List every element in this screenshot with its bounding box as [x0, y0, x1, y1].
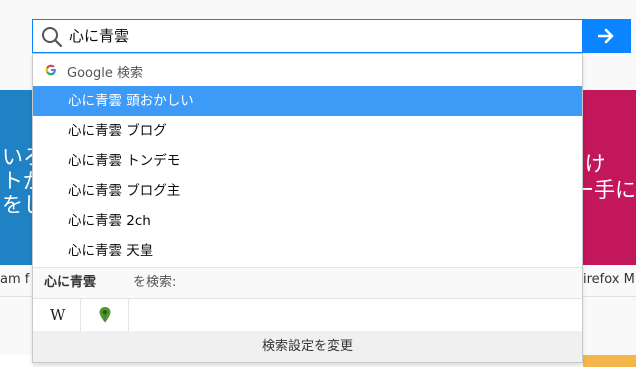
suggestion-completion: 2ch — [122, 213, 151, 229]
suggestion-item[interactable]: 心に青雲 ブログ — [33, 116, 582, 146]
map-pin-icon — [99, 307, 111, 323]
search-icon — [42, 27, 63, 48]
divider — [582, 296, 636, 297]
card-edge — [0, 355, 33, 367]
engine-label: Google 検索 — [67, 66, 143, 81]
suggestion-item[interactable]: 心に青雲 トンデモ — [33, 146, 582, 176]
search-with-header: 心に青雲 を検索: — [33, 267, 582, 298]
search-settings-button[interactable]: 検索設定を変更 — [33, 331, 582, 362]
suggestion-item[interactable]: 心に青雲 2ch — [33, 206, 582, 236]
wikipedia-icon: W — [50, 306, 66, 324]
suggestion-completion: ブログ主 — [122, 183, 181, 199]
wikipedia-engine-button[interactable]: W — [33, 299, 81, 331]
suggestion-item[interactable]: 心に青雲 頭おかしい — [33, 86, 582, 116]
google-icon — [45, 64, 56, 76]
promo-text-line: efox 向け — [582, 152, 606, 176]
search-suggestions-popup: Google 検索 心に青雲 頭おかしい 心に青雲 ブログ 心に青雲 トンデモ … — [32, 53, 583, 363]
suggestion-query: 心に青雲 — [68, 243, 122, 259]
promo-text-line: トが — [2, 169, 33, 193]
suggestion-query: 心に青雲 — [68, 183, 122, 199]
promo-tile-left[interactable]: いろ トが をし — [0, 90, 33, 265]
search-go-button[interactable] — [582, 19, 631, 53]
promo-caption-right[interactable]: irefox M — [583, 272, 635, 287]
suggestion-completion: 頭おかしい — [122, 93, 194, 109]
other-engine-button[interactable] — [81, 299, 129, 331]
suggestion-query: 心に青雲 — [68, 123, 122, 139]
suggestion-completion: 天皇 — [122, 243, 154, 259]
promo-caption-left[interactable]: am f — [0, 272, 29, 287]
suggestion-query: 心に青雲 — [68, 213, 122, 229]
suggestion-query: 心に青雲 — [68, 93, 122, 109]
promo-tile-right[interactable]: efox 向け リー手に — [582, 90, 636, 265]
suggestion-item[interactable]: 心に青雲 天皇 — [33, 236, 582, 266]
promo-text-line: リー手に — [582, 178, 636, 202]
suggestion-completion: ブログ — [122, 123, 167, 139]
arrow-right-icon — [598, 28, 614, 44]
search-input[interactable] — [69, 20, 569, 52]
suggestion-item[interactable]: 心に青雲 ブログ主 — [33, 176, 582, 206]
engine-header: Google 検索 — [33, 54, 582, 85]
suggestion-list: 心に青雲 頭おかしい 心に青雲 ブログ 心に青雲 トンデモ 心に青雲 ブログ主 … — [33, 86, 582, 266]
search-with-term: 心に青雲 — [44, 275, 97, 290]
one-off-engines: W — [33, 298, 582, 332]
promo-text-line: をし — [2, 193, 33, 217]
promo-text-line: いろ — [2, 145, 33, 169]
suggestion-completion: トンデモ — [122, 153, 181, 169]
card-edge — [583, 355, 636, 367]
divider — [0, 296, 33, 297]
search-bar — [32, 19, 582, 53]
search-with-label: を検索: — [133, 275, 177, 290]
suggestion-query: 心に青雲 — [68, 153, 122, 169]
